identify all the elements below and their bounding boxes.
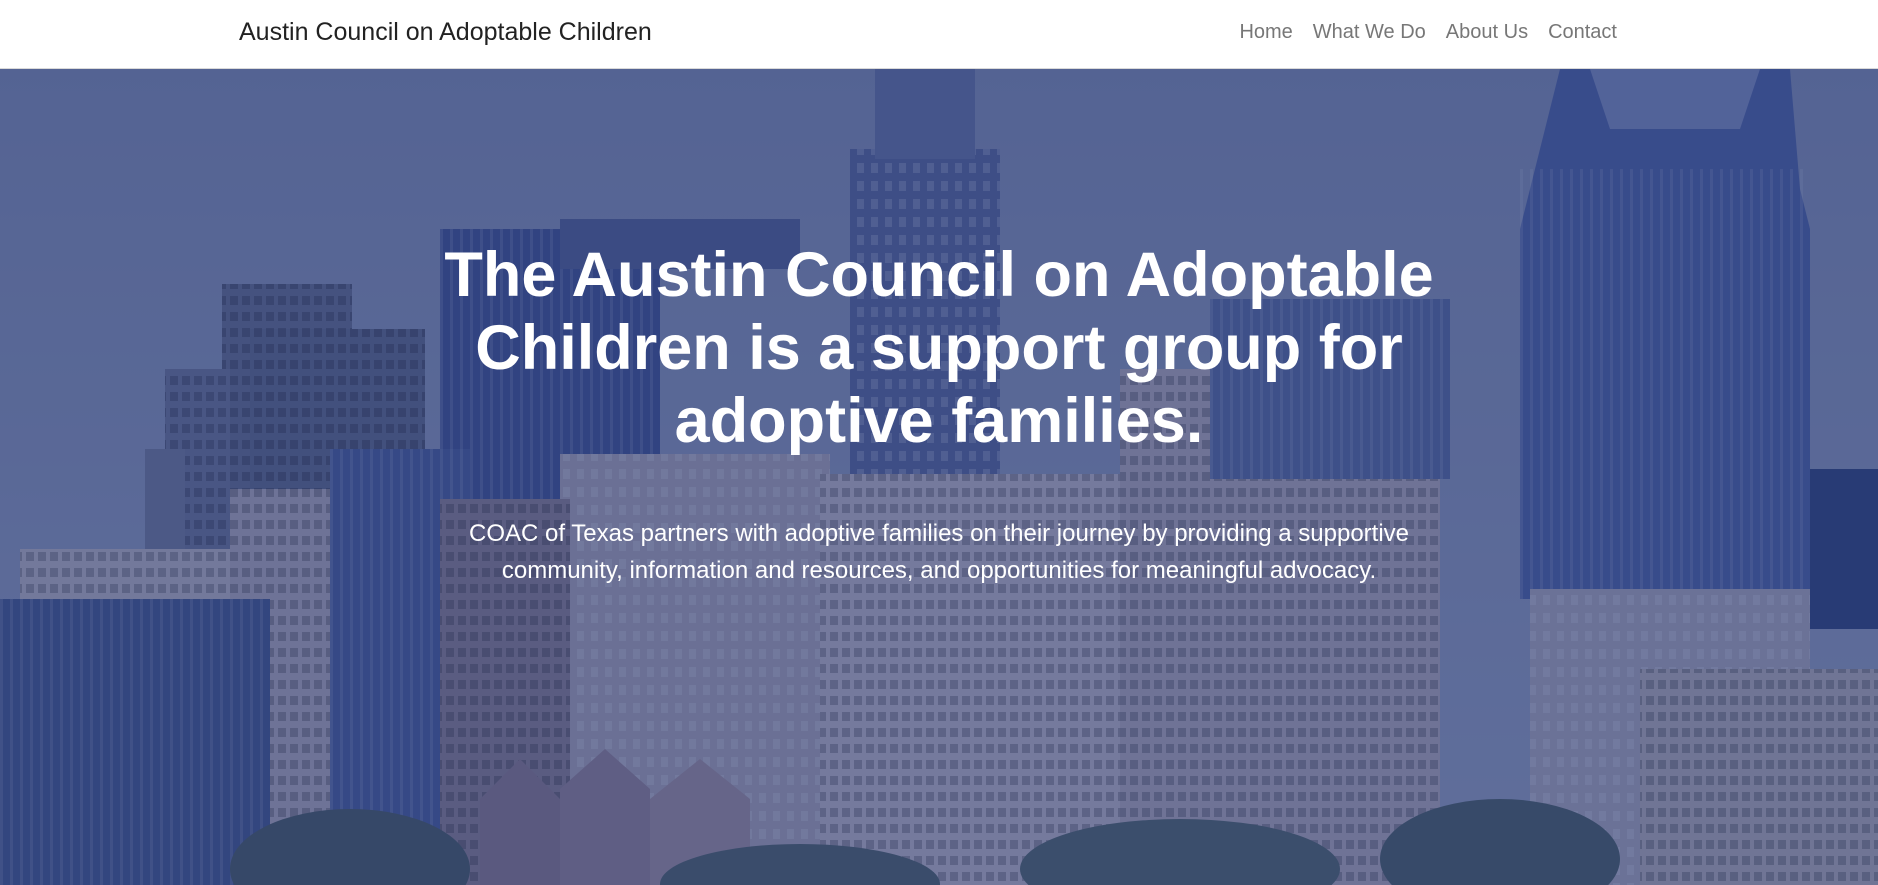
nav-link-what-we-do[interactable]: What We Do	[1313, 21, 1426, 44]
brand-link[interactable]: Austin Council on Adoptable Children	[239, 18, 652, 47]
hero-overlay	[0, 69, 1878, 885]
hero-subhead: COAC of Texas partners with adoptive fam…	[468, 520, 1410, 584]
hero-headline: The Austin Council on Adoptable Children…	[444, 240, 1434, 456]
hero-section: The Austin Council on Adoptable Children…	[0, 69, 1878, 885]
nav-link-contact[interactable]: Contact	[1548, 21, 1617, 44]
nav-link-about-us[interactable]: About Us	[1446, 21, 1528, 44]
main-nav: Home What We Do About Us Contact	[1239, 21, 1617, 44]
nav-link-home[interactable]: Home	[1239, 21, 1292, 44]
navbar: Austin Council on Adoptable Children Hom…	[0, 0, 1878, 69]
